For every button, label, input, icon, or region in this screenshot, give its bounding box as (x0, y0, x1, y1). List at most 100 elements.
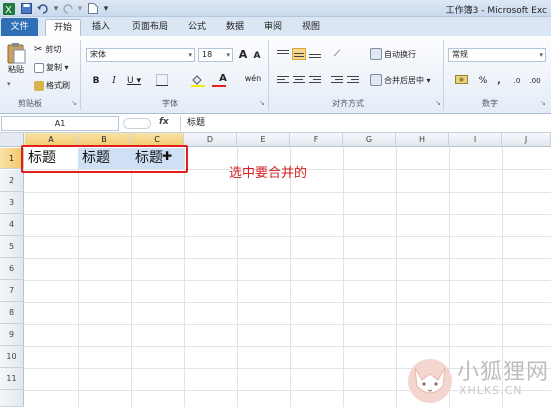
row-header-7[interactable]: 7 (0, 280, 24, 302)
name-box-value: A1 (54, 119, 66, 128)
tab-page-layout[interactable]: 页面布局 (128, 19, 172, 36)
column-header-f[interactable]: F (290, 133, 343, 147)
font-name-value: 宋体 (90, 50, 106, 59)
annotation-text: 选中要合并的 (229, 166, 308, 181)
font-size-value: 18 (202, 50, 213, 59)
paste-button[interactable]: 粘贴 (6, 42, 26, 75)
font-color-label: A (219, 73, 227, 84)
bold-button[interactable]: B (89, 74, 103, 88)
highlight-box (21, 145, 188, 173)
wrap-text-button[interactable]: 自动换行 (370, 48, 416, 60)
tab-review[interactable]: 审阅 (260, 19, 286, 36)
row-header-4[interactable]: 4 (0, 214, 24, 236)
copy-label: 复制 ▾ (46, 63, 69, 72)
decrease-indent-icon[interactable] (330, 74, 344, 86)
align-center-icon[interactable] (292, 74, 306, 86)
tab-home[interactable]: 开始 (45, 19, 81, 36)
excel-logo-icon: X (2, 2, 15, 15)
row-header-10[interactable]: 10 (0, 346, 24, 368)
paste-dropdown-icon[interactable]: ▾ (7, 80, 11, 88)
borders-icon (156, 74, 168, 86)
fill-color-button[interactable] (187, 74, 209, 88)
decrease-decimal-button[interactable]: .00 (528, 74, 542, 88)
watermark: 小狐狸网 XHLKS.CN (405, 350, 551, 407)
accounting-format-button[interactable] (450, 73, 472, 87)
percent-button[interactable]: % (476, 74, 490, 88)
merge-center-button[interactable]: 合并后居中 ▾ (370, 74, 431, 86)
font-group-label: 字体 (162, 99, 178, 108)
grid-line (24, 346, 551, 347)
redo-dropdown-icon[interactable]: ▾ (76, 2, 84, 15)
format-painter-label: 格式刷 (46, 81, 70, 90)
comma-button[interactable]: , (492, 74, 506, 88)
undo-dropdown-icon[interactable]: ▾ (52, 2, 60, 15)
row-header-8[interactable]: 8 (0, 302, 24, 324)
window-title: 工作簿3 - Microsoft Exc (445, 6, 547, 16)
font-name-select[interactable]: 宋体 ▾ (86, 48, 195, 62)
column-header-e[interactable]: E (237, 133, 290, 147)
align-top-icon[interactable] (276, 48, 290, 60)
new-doc-icon[interactable] (86, 2, 99, 15)
align-right-icon[interactable] (308, 74, 322, 86)
row-header-3[interactable]: 3 (0, 192, 24, 214)
align-left-icon[interactable] (276, 74, 290, 86)
column-header-i[interactable]: I (449, 133, 502, 147)
column-header-d[interactable]: D (184, 133, 237, 147)
alignment-launcher-icon[interactable]: ↘ (435, 99, 441, 107)
font-color-button[interactable]: A (212, 72, 234, 88)
copy-button[interactable]: 复制 ▾ (34, 62, 69, 73)
number-format-value: 常规 (452, 50, 468, 59)
align-middle-icon[interactable] (292, 48, 306, 60)
column-header-j[interactable]: J (502, 133, 551, 147)
increase-indent-icon[interactable] (346, 74, 360, 86)
clipboard-launcher-icon[interactable]: ↘ (71, 99, 77, 107)
tab-file[interactable]: 文件 (1, 18, 38, 36)
insert-function-icon[interactable]: fx (159, 117, 169, 127)
row-header-9[interactable]: 9 (0, 324, 24, 346)
column-header-h[interactable]: H (396, 133, 449, 147)
tab-insert[interactable]: 插入 (88, 19, 114, 36)
column-header-g[interactable]: G (343, 133, 396, 147)
fill-bucket-icon (191, 75, 205, 87)
grid-line (24, 192, 551, 193)
shrink-font-button[interactable]: A (250, 49, 264, 63)
increase-decimal-button[interactable]: .0 (510, 74, 524, 88)
orientation-button[interactable]: ⟋ (330, 47, 344, 61)
font-launcher-icon[interactable]: ↘ (259, 99, 265, 107)
redo-icon[interactable] (62, 2, 75, 15)
borders-button[interactable] (152, 74, 172, 88)
grid-line (24, 258, 551, 259)
ribbon-home: 粘贴 ▾ ✂ 剪切 复制 ▾ 格式刷 剪贴板 ↘ 宋体 ▾ 18 ▾ A A B I … (0, 36, 551, 114)
number-launcher-icon[interactable]: ↘ (540, 99, 546, 107)
watermark-cn: 小狐狸网 (457, 360, 550, 385)
grid-line (24, 280, 551, 281)
row-header-5[interactable]: 5 (0, 236, 24, 258)
save-icon[interactable] (20, 2, 33, 15)
tab-data[interactable]: 数据 (222, 19, 248, 36)
align-bottom-icon[interactable] (308, 48, 322, 60)
row-header-11[interactable]: 11 (0, 368, 24, 390)
clipboard-group-label: 剪贴板 (18, 99, 42, 108)
row-header-6[interactable]: 6 (0, 258, 24, 280)
customize-qa-icon[interactable]: ▾ (102, 2, 110, 15)
grid-line (24, 214, 551, 215)
formula-input[interactable]: 标题 (180, 116, 548, 131)
formula-bar-splitter[interactable] (123, 118, 151, 129)
underline-button[interactable]: U ▾ (123, 74, 145, 88)
number-format-select[interactable]: 常规 ▾ (448, 48, 546, 62)
font-size-select[interactable]: 18 ▾ (198, 48, 233, 62)
cut-button[interactable]: ✂ 剪切 (34, 44, 61, 55)
grow-font-button[interactable]: A (236, 48, 250, 62)
row-header-2[interactable]: 2 (0, 170, 24, 192)
tab-view[interactable]: 视图 (298, 19, 324, 36)
group-divider (443, 40, 444, 110)
name-box[interactable]: A1 (1, 116, 119, 131)
tab-formulas[interactable]: 公式 (184, 19, 210, 36)
merge-cells-icon (370, 74, 382, 86)
italic-button[interactable]: I (107, 74, 121, 88)
wrap-text-icon (370, 48, 382, 60)
phonetic-button[interactable]: wén (242, 72, 264, 86)
undo-icon[interactable] (36, 2, 49, 15)
row-header-12[interactable] (0, 390, 24, 407)
format-painter-button[interactable]: 格式刷 (34, 80, 70, 91)
